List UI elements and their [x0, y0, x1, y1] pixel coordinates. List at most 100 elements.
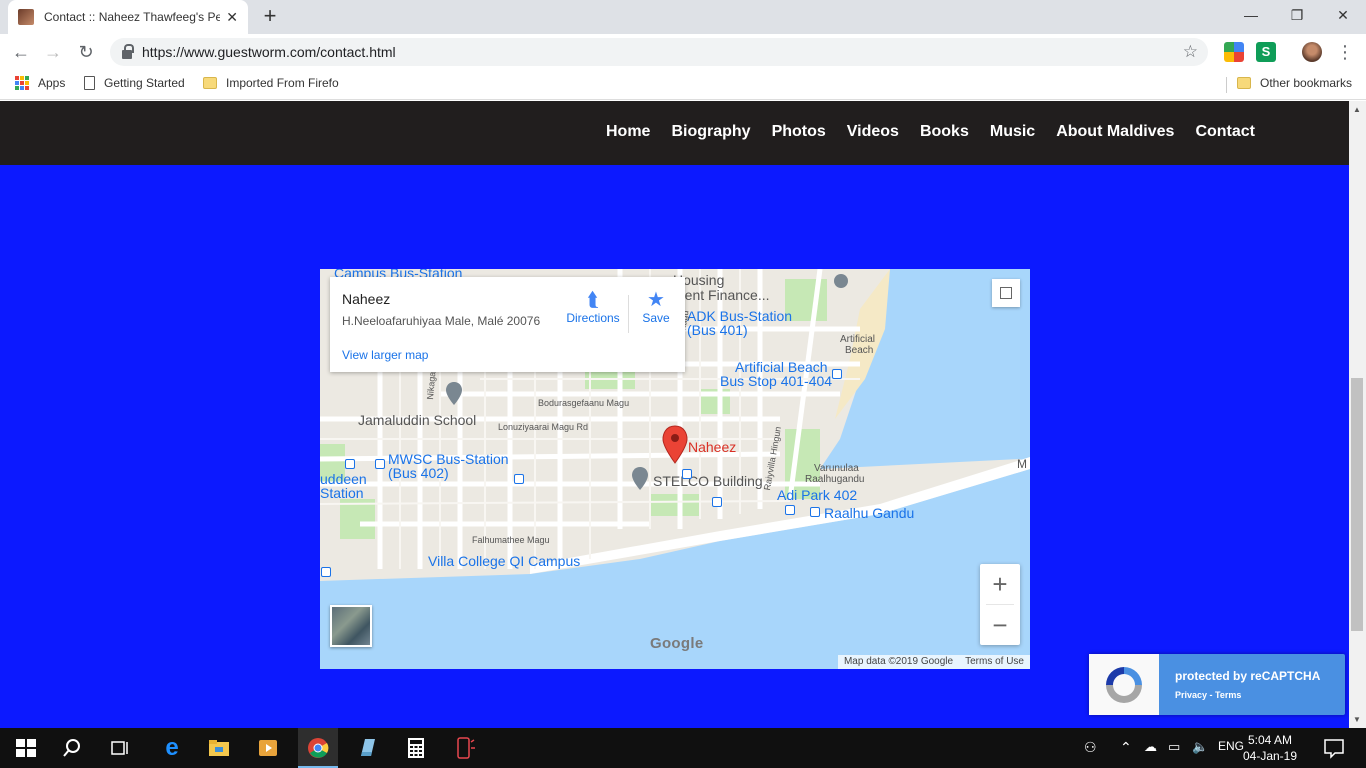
menu-home[interactable]: Home [606, 123, 650, 141]
place-info-card: Naheez H.Neeloafaruhiyaa Male, Malé 2007… [330, 277, 685, 372]
s-extension-icon[interactable]: S [1256, 42, 1276, 62]
bus-stop-icon [810, 507, 820, 517]
address-bar[interactable]: https://www.guestworm.com/contact.html ☆ [110, 38, 1208, 66]
edge-browser-icon[interactable]: e [160, 736, 184, 760]
zoom-control: + − [980, 564, 1020, 645]
tab-title: Contact :: Naheez Thawfeeg's Per [44, 10, 221, 24]
notepad-icon[interactable] [355, 736, 379, 760]
map-label-bus-402: (Bus 402) [388, 465, 449, 481]
menu-about-maldives[interactable]: About Maldives [1056, 123, 1174, 141]
recaptcha-badge[interactable]: protected by reCAPTCHA Privacy - Terms [1089, 654, 1345, 715]
map-label-finance: ment Finance... [673, 287, 770, 303]
tab-close-icon[interactable]: ✕ [226, 9, 238, 26]
taskbar-clock[interactable]: 5:04 AM 04-Jan-19 [1240, 732, 1300, 764]
save-label: Save [642, 311, 670, 325]
bus-stop-icon [345, 459, 355, 469]
fullscreen-icon [1000, 287, 1012, 299]
bookmark-star-icon[interactable]: ☆ [1183, 42, 1198, 62]
menu-music[interactable]: Music [990, 123, 1035, 141]
map-label-edge-m: M [1017, 457, 1027, 471]
bookmark-imported-from-firefox[interactable]: Imported From Firefo [203, 76, 339, 90]
cloud-sync-icon[interactable]: ☁ [1144, 739, 1157, 755]
map-label-uddeen: uddeen [320, 471, 367, 487]
map-label-adi-park: Adi Park 402 [777, 487, 858, 503]
bookmark-apps[interactable]: Apps [15, 76, 65, 90]
other-bookmarks[interactable]: Other bookmarks [1237, 76, 1352, 90]
media-player-icon[interactable] [256, 736, 280, 760]
menu-photos[interactable]: Photos [772, 123, 826, 141]
task-view-icon[interactable] [108, 736, 132, 760]
file-explorer-icon[interactable] [207, 736, 231, 760]
google-logo: Google [650, 635, 704, 652]
map-label-raalhugandu: Raalhugandu [805, 474, 865, 485]
map-label-bodurasgefaanu: Bodurasgefaanu Magu [538, 398, 630, 408]
menu-contact[interactable]: Contact [1195, 123, 1255, 141]
bookmark-divider [1226, 77, 1227, 93]
volume-icon[interactable]: 🔈 [1192, 739, 1208, 755]
scroll-down-arrow-icon[interactable]: ▼ [1353, 715, 1361, 724]
chrome-icon[interactable] [306, 736, 330, 760]
menu-videos[interactable]: Videos [847, 123, 899, 141]
card-divider [628, 295, 629, 333]
recaptcha-logo-icon [1089, 654, 1159, 715]
notifications-icon[interactable] [1322, 736, 1346, 760]
profile-avatar[interactable] [1302, 42, 1322, 62]
folder-icon [1237, 77, 1251, 89]
reload-button[interactable]: ↻ [73, 39, 99, 65]
scroll-thumb[interactable] [1351, 378, 1363, 631]
terms-of-use-link[interactable]: Terms of Use [959, 655, 1030, 669]
map-label-stelco: STELCO Building [653, 473, 763, 489]
save-button[interactable]: ★ Save [636, 289, 676, 325]
windows-taskbar: e ⚇ ⌃ ☁ ▭ 🔈 ENG 5:04 AM 04-Jan-19 [0, 728, 1366, 768]
map-label-mwsc-bus: MWSC Bus-Station [388, 451, 509, 467]
bus-stop-icon [682, 469, 692, 479]
menu-biography[interactable]: Biography [671, 123, 750, 141]
network-icon[interactable]: ▭ [1168, 739, 1180, 755]
map-label-adk-bus-num: (Bus 401) [687, 322, 748, 338]
zoom-in-button[interactable]: + [980, 564, 1020, 604]
search-icon[interactable] [60, 736, 84, 760]
menu-books[interactable]: Books [920, 123, 969, 141]
chrome-menu-icon[interactable]: ⋮ [1332, 39, 1358, 65]
bus-stop-icon [832, 369, 842, 379]
back-button[interactable]: ← [8, 39, 34, 65]
page-scrollbar[interactable]: ▲ ▼ [1349, 101, 1366, 728]
directions-icon: ⮬ [587, 289, 599, 311]
recaptcha-privacy-terms-link[interactable]: Privacy - Terms [1175, 690, 1241, 700]
browser-tab[interactable]: Contact :: Naheez Thawfeeg's Per ✕ [8, 0, 248, 34]
phone-app-icon[interactable] [452, 736, 476, 760]
forward-button[interactable]: → [40, 39, 66, 65]
other-bookmarks-label: Other bookmarks [1260, 76, 1353, 90]
directions-button[interactable]: ⮬ Directions [558, 289, 628, 325]
bus-stop-icon [321, 567, 331, 577]
google-extension-icon[interactable] [1224, 42, 1244, 62]
recaptcha-protected-text: protected by reCAPTCHA [1175, 669, 1321, 683]
close-window-button[interactable]: ✕ [1320, 0, 1366, 30]
satellite-toggle-button[interactable] [330, 605, 372, 647]
view-larger-map-link[interactable]: View larger map [342, 348, 428, 362]
calculator-icon[interactable] [404, 736, 428, 760]
windows-start-icon[interactable] [14, 736, 38, 760]
browser-toolbar: ← → ↻ https://www.guestworm.com/contact.… [0, 34, 1366, 70]
fullscreen-button[interactable] [992, 279, 1020, 307]
minimize-button[interactable]: — [1228, 0, 1274, 30]
map-label-adk-bus: ADK Bus-Station [687, 308, 793, 324]
map-label-beach: Beach [845, 345, 874, 356]
map-label-falhumathee: Falhumathee Magu [472, 535, 550, 545]
star-icon: ★ [647, 289, 665, 311]
google-map[interactable]: Campus Bus-Station Housing ment Finance.… [320, 269, 1030, 669]
apps-grid-icon [15, 76, 29, 90]
show-hidden-icons-chevron-icon[interactable]: ⌃ [1120, 739, 1132, 756]
bookmark-getting-started[interactable]: Getting Started [84, 76, 185, 90]
people-icon[interactable]: ⚇ [1084, 739, 1097, 756]
map-label-jamaluddin: Jamaluddin School [358, 412, 477, 428]
directions-label: Directions [566, 311, 620, 325]
map-data-text: Map data ©2019 Google [843, 656, 954, 667]
new-tab-button[interactable]: + [258, 4, 282, 28]
map-label-naheez-pin[interactable]: Naheez [688, 440, 736, 454]
clock-date: 04-Jan-19 [1242, 749, 1298, 763]
bus-stop-icon [712, 497, 722, 507]
restore-button[interactable]: ❐ [1274, 0, 1320, 30]
scroll-up-arrow-icon[interactable]: ▲ [1353, 105, 1361, 114]
zoom-out-button[interactable]: − [980, 605, 1020, 645]
